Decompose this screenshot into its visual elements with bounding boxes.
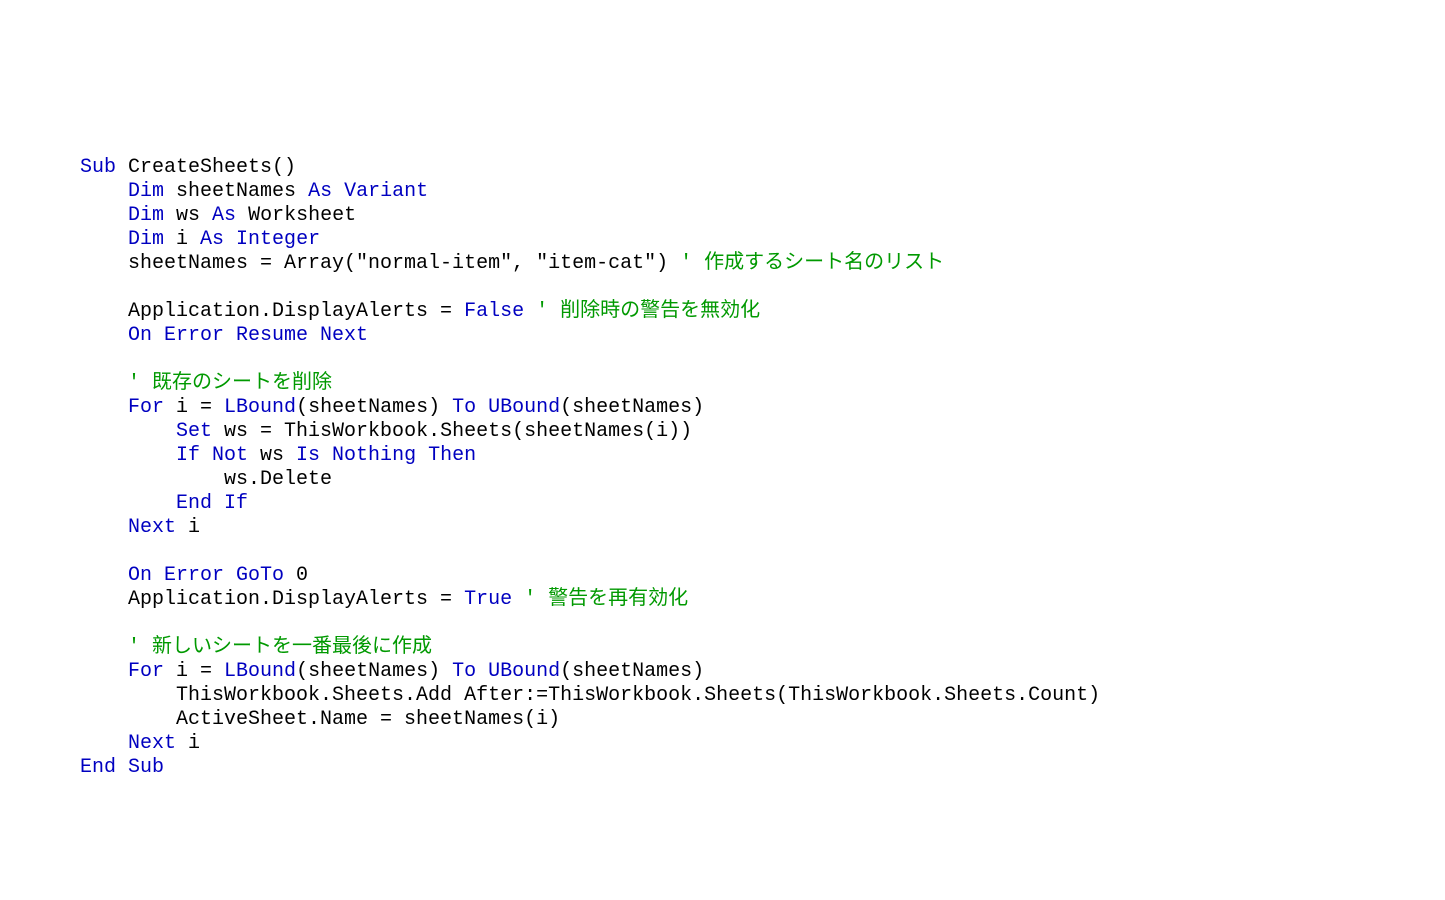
code-token [80,564,128,587]
code-token: (sheetNames) [560,396,704,419]
code-token [476,660,488,683]
vba-code-block: Sub CreateSheets() Dim sheetNames As Var… [80,156,1445,780]
code-token: End Sub [80,756,164,779]
code-token: 0 [284,564,308,587]
code-token: ' 警告を再有効化 [524,588,688,611]
code-token: ' 削除時の警告を無効化 [536,300,760,323]
code-token: To [452,396,476,419]
code-token: Next [128,516,176,539]
code-token: (sheetNames) [296,396,452,419]
code-token: LBound [224,396,296,419]
code-token [80,372,128,395]
code-token [80,420,176,443]
code-token: As [212,204,236,227]
code-token [524,300,536,323]
code-token: i [176,732,200,755]
code-token: To [452,660,476,683]
code-token: ws [248,444,296,467]
code-token: i = [164,396,224,419]
code-token [80,444,176,467]
code-token [80,636,128,659]
code-token: ' 新しいシートを一番最後に作成 [128,636,432,659]
code-token [80,396,128,419]
code-token: sheetNames = Array("normal-item", "item-… [80,252,680,275]
code-token: i [176,516,200,539]
code-token: i [164,228,200,251]
code-token [80,228,128,251]
code-token: ws [164,204,212,227]
code-token: sheetNames [164,180,308,203]
code-token: CreateSheets() [116,156,296,179]
code-token [476,396,488,419]
code-token: On Error GoTo [128,564,284,587]
code-token [80,732,128,755]
code-token [512,588,524,611]
code-token: UBound [488,660,560,683]
code-token: Dim [128,204,164,227]
code-token: End If [176,492,248,515]
code-token: UBound [488,396,560,419]
code-token [80,660,128,683]
code-token [80,516,128,539]
code-token [80,492,176,515]
code-token: As Integer [200,228,320,251]
code-token: For [128,396,164,419]
code-token: As Variant [308,180,428,203]
code-token: (sheetNames) [296,660,452,683]
code-token: ' 作成するシート名のリスト [680,252,944,275]
code-token: False [464,300,524,323]
code-token: Is Nothing Then [296,444,476,467]
code-token: True [464,588,512,611]
code-token: Worksheet [236,204,356,227]
code-token: (sheetNames) [560,660,704,683]
code-token: LBound [224,660,296,683]
code-token: Application.DisplayAlerts = [80,588,464,611]
code-token: i = [164,660,224,683]
code-token: Next [128,732,176,755]
code-token: ws = ThisWorkbook.Sheets(sheetNames(i)) [212,420,692,443]
code-token [80,204,128,227]
code-token: Dim [128,180,164,203]
code-token: Set [176,420,212,443]
code-token: ThisWorkbook.Sheets.Add After:=ThisWorkb… [80,684,1100,707]
code-token: ' 既存のシートを削除 [128,372,332,395]
code-token: If Not [176,444,248,467]
code-token: For [128,660,164,683]
code-token: On Error Resume Next [128,324,368,347]
code-token: Dim [128,228,164,251]
code-token: ws.Delete [80,468,332,491]
code-token: Application.DisplayAlerts = [80,300,464,323]
code-token [80,180,128,203]
code-token: Sub [80,156,116,179]
code-token [80,324,128,347]
code-token: ActiveSheet.Name = sheetNames(i) [80,708,560,731]
